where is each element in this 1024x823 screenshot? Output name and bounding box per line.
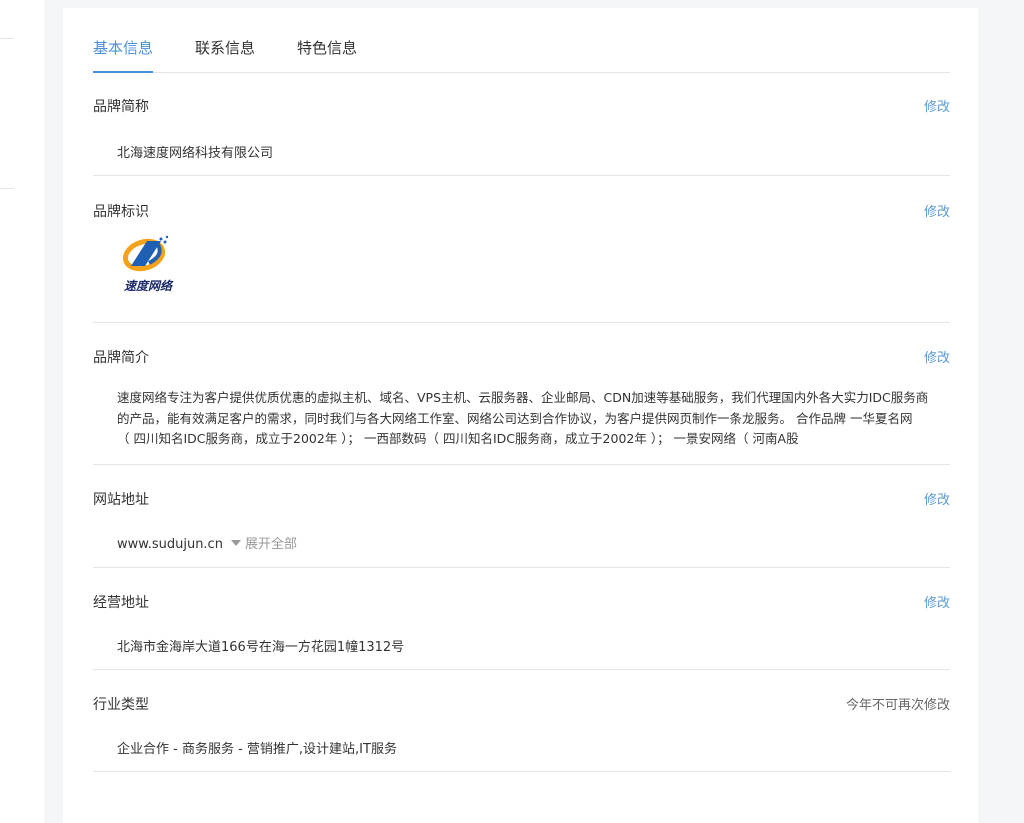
website-value: www.sudujun.cn [117,537,223,552]
edit-brand-logo-link[interactable]: 修改 [924,201,950,220]
brand-intro-text: 速度网络专注为客户提供优质优惠的虚拟主机、域名、VPS主机、云服务器、企业邮局、… [117,388,947,450]
edit-brand-short-link[interactable]: 修改 [924,96,950,115]
brand-logo-image: 速度网络 [122,235,174,293]
tab-basic-info[interactable]: 基本信息 [93,34,154,73]
section-brand-logo: 品牌标识 修改 速度网络 [93,201,950,323]
brand-intro-line: 的产品，能有效满足客户的需求，同时我们与各大网络工作室、网络公司达到合作协议，为… [117,410,913,426]
section-industry: 行业类型 今年不可再次修改 企业合作 - 商务服务 - 营销推广,设计建站,IT… [93,694,950,772]
section-title: 经营地址 [93,595,149,611]
section-brand-short: 品牌简称 修改 北海速度网络科技有限公司 [93,96,950,176]
tab-bar: 基本信息 联系信息 特色信息 [93,34,950,73]
brand-intro-line: （ 四川知名IDC服务商，成立于2002年 ）； 一西部数码（ 四川知名IDC服… [117,431,799,446]
divider [0,188,14,189]
section-title: 网站地址 [93,492,149,508]
edit-address-link[interactable]: 修改 [924,592,950,611]
section-brand-intro: 品牌简介 修改 速度网络专注为客户提供优质优惠的虚拟主机、域名、VPS主机、云服… [93,347,950,465]
tab-contact-info[interactable]: 联系信息 [195,34,255,72]
info-card: 基本信息 联系信息 特色信息 品牌简称 修改 北海速度网络科技有限公司 品牌标识… [63,8,978,823]
section-title: 品牌标识 [93,204,149,220]
industry-note: 今年不可再次修改 [845,698,950,713]
industry-value: 企业合作 - 商务服务 - 营销推广,设计建站,IT服务 [117,742,397,757]
website-row: www.sudujun.cn 展开全部 [117,533,297,552]
section-title: 品牌简介 [93,350,149,366]
brand-intro-line: 速度网络专注为客户提供优质优惠的虚拟主机、域名、VPS主机、云服务器、企业邮局、… [117,390,929,405]
section-website: 网站地址 修改 www.sudujun.cn 展开全部 [93,489,950,568]
left-sidebar-strip [0,0,44,823]
tab-feature-info[interactable]: 特色信息 [297,34,357,72]
caret-down-icon [230,540,241,546]
brand-logo-text: 速度网络 [124,279,174,293]
divider [0,38,14,39]
section-address: 经营地址 修改 北海市金海岸大道166号在海一方花园1幢1312号 [93,592,950,670]
expand-all-button[interactable]: 展开全部 [230,533,297,552]
brand-short-value: 北海速度网络科技有限公司 [117,146,274,161]
edit-brand-intro-link[interactable]: 修改 [924,347,950,366]
address-value: 北海市金海岸大道166号在海一方花园1幢1312号 [117,640,405,655]
edit-website-link[interactable]: 修改 [924,489,950,508]
section-title: 品牌简称 [93,99,149,115]
expand-all-label: 展开全部 [244,537,297,552]
section-title: 行业类型 [93,697,149,713]
